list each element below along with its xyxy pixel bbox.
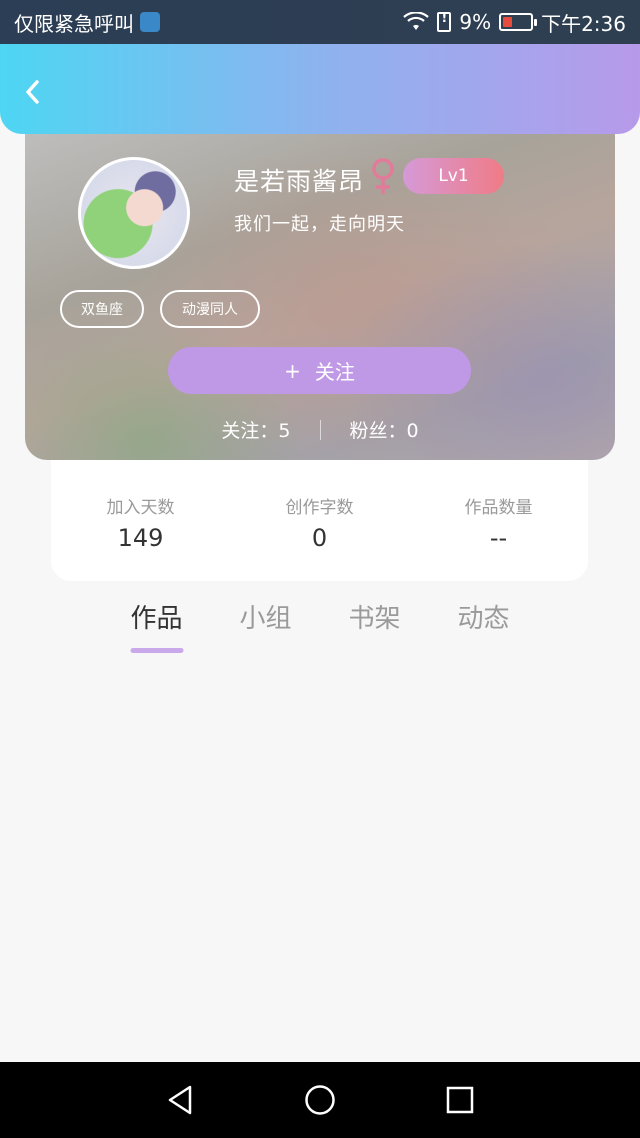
- tab-groups[interactable]: 小组: [211, 598, 320, 635]
- female-icon: [372, 158, 394, 194]
- stat-label: 加入天数: [106, 498, 175, 518]
- avatar[interactable]: [78, 157, 190, 269]
- back-button[interactable]: [14, 74, 50, 110]
- app-notification-icon: [140, 12, 160, 32]
- stat-word-count: 创作字数 0: [230, 460, 409, 581]
- nav-back-button[interactable]: [162, 1082, 198, 1118]
- tab-works[interactable]: 作品: [102, 598, 211, 653]
- tab-label: 书架: [348, 604, 401, 634]
- tab-label: 小组: [239, 604, 292, 634]
- tab-label: 动态: [457, 604, 510, 634]
- chevron-left-icon: [26, 80, 39, 104]
- status-bar: 仅限紧急呼叫 9% 下午2:36: [0, 0, 640, 44]
- sim-alert-icon: [437, 11, 452, 32]
- stat-value: 149: [117, 524, 164, 552]
- stat-label: 创作字数: [285, 498, 354, 518]
- plus-icon: +: [284, 358, 301, 383]
- battery-icon: [499, 13, 538, 31]
- tab-active-indicator: [130, 648, 183, 653]
- tab-bookshelf[interactable]: 书架: [320, 598, 429, 635]
- following-count[interactable]: 关注：5: [221, 416, 290, 443]
- tag-interest[interactable]: 动漫同人: [160, 290, 260, 328]
- follow-counts: 关注：5 粉丝：0: [25, 416, 615, 443]
- nav-home-button[interactable]: [302, 1082, 338, 1118]
- system-nav-bar: [0, 1062, 640, 1138]
- circle-home-icon: [305, 1085, 335, 1115]
- signature: 我们一起，走向明天: [234, 214, 405, 235]
- header-bar: [0, 44, 640, 134]
- stat-works-count: 作品数量 --: [409, 460, 588, 581]
- triangle-back-icon: [168, 1085, 192, 1115]
- divider: [319, 419, 321, 440]
- follow-button[interactable]: + 关注: [168, 347, 471, 394]
- stat-value: 0: [311, 524, 328, 552]
- battery-percent: 9%: [459, 10, 492, 34]
- profile-card: 是若雨酱昂 Lv1 我们一起，走向明天 双鱼座 动漫同人 + 关注 关注：5 粉…: [25, 120, 615, 460]
- level-badge: Lv1: [403, 158, 504, 194]
- clock: 下午2:36: [541, 11, 626, 36]
- stat-join-days: 加入天数 149: [51, 460, 230, 581]
- tab-activity[interactable]: 动态: [429, 598, 538, 635]
- status-right: 9% 下午2:36: [403, 8, 626, 37]
- status-left: 仅限紧急呼叫: [14, 8, 403, 37]
- tab-label: 作品: [130, 604, 183, 634]
- square-recents-icon: [446, 1086, 474, 1114]
- followers-count[interactable]: 粉丝：0: [350, 416, 419, 443]
- tag-constellation[interactable]: 双鱼座: [60, 290, 144, 328]
- stat-value: --: [489, 524, 508, 552]
- follow-button-label: 关注: [314, 360, 355, 384]
- stats-card: 加入天数 149 创作字数 0 作品数量 --: [51, 460, 588, 581]
- username: 是若雨酱昂: [234, 167, 365, 196]
- wifi-icon: [403, 12, 430, 30]
- content-tabs: 作品 小组 书架 动态: [0, 598, 640, 653]
- carrier-text: 仅限紧急呼叫: [14, 11, 134, 36]
- stat-label: 作品数量: [464, 498, 533, 518]
- nav-recents-button[interactable]: [442, 1082, 478, 1118]
